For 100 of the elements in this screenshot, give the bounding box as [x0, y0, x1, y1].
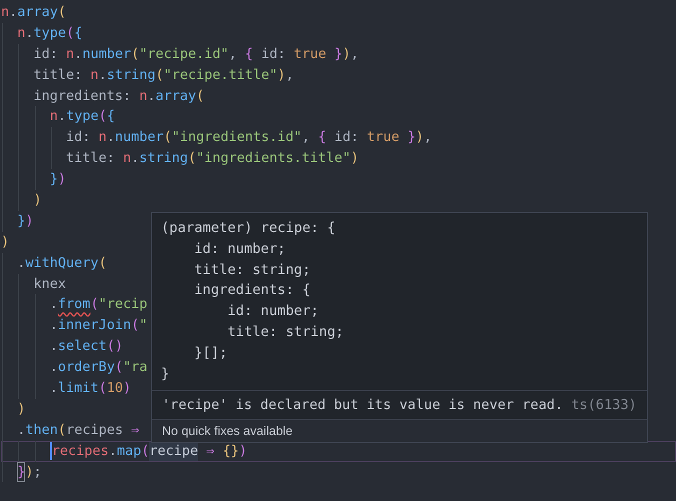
code-token: {} — [222, 442, 239, 461]
code-token: "recipe.title" — [164, 66, 278, 85]
code-token: "recip — [98, 295, 148, 314]
type-signature-line: } — [161, 364, 170, 384]
code-token: , — [350, 44, 359, 64]
code-token: . — [25, 24, 34, 43]
code-token: () — [106, 337, 123, 356]
code-token: ( — [114, 358, 123, 378]
code-token: ) — [17, 400, 26, 419]
code-token: . — [131, 149, 140, 168]
type-signature-line: ingredients: { — [193, 281, 312, 300]
code-token: 10 — [106, 379, 123, 398]
code-token: . — [50, 295, 58, 314]
code-token: n — [17, 24, 26, 43]
code-token: { — [74, 24, 82, 43]
code-token: ( — [98, 107, 107, 126]
code-token: id: — [261, 44, 287, 64]
error-code: ts(6133) — [571, 396, 637, 416]
type-signature-line: id: number; — [193, 240, 287, 259]
code-token: . — [98, 66, 107, 85]
code-token: . — [50, 358, 58, 378]
code-token: ( — [188, 149, 196, 168]
code-token: type — [66, 107, 99, 126]
diagnostic-message: 'recipe' is declared but its value is never read. — [162, 396, 564, 416]
code-token: knex — [34, 274, 66, 294]
code-token: n — [139, 86, 148, 106]
code-token: ( — [58, 420, 66, 440]
code-token: { — [318, 128, 326, 148]
code-token: "ra — [122, 358, 148, 378]
code-token: . — [58, 107, 66, 126]
code-token: ( — [131, 44, 140, 64]
code-token: ) — [416, 128, 424, 148]
code-token: ( — [196, 86, 204, 106]
code-token: ( — [164, 128, 172, 148]
type-signature-line: id: number; — [226, 302, 320, 322]
code-token: withQuery — [25, 254, 99, 273]
code-token: ( — [98, 254, 107, 273]
code-token: ( — [98, 379, 107, 398]
code-token: n — [66, 44, 74, 64]
code-token: . — [108, 442, 117, 461]
code-token: n — [122, 149, 132, 168]
code-token: ( — [58, 3, 66, 22]
code-token: orderBy — [58, 358, 115, 378]
code-token: id: — [66, 128, 92, 148]
code-token: limit — [58, 379, 99, 398]
code-token: . — [17, 254, 26, 273]
code-token: n — [98, 128, 107, 148]
code-token: recipes — [66, 420, 124, 440]
code-token: id: — [334, 128, 360, 148]
quick-fix-text: No quick fixes available — [162, 424, 293, 438]
code-token: ) — [350, 149, 359, 168]
code-token: n — [90, 66, 99, 85]
code-token: ) — [342, 44, 351, 64]
code-token: . — [106, 128, 115, 148]
code-token: ) — [58, 170, 66, 190]
code-token: recipes — [52, 442, 109, 461]
code-token: ) — [122, 379, 132, 398]
code-token: "ingredients.title" — [196, 149, 351, 168]
code-token: from — [58, 295, 90, 314]
type-signature-line: title: string; — [226, 322, 345, 342]
code-token: ( — [90, 295, 99, 314]
code-token: "ingredients.id" — [172, 128, 302, 148]
type-signature-line: (parameter) recipe: { — [161, 219, 336, 238]
code-token: true — [366, 128, 400, 148]
type-signature-line: title: string; — [193, 260, 312, 280]
code-token: title: — [66, 149, 116, 168]
code-token: ) — [25, 462, 34, 482]
code-token: ( — [155, 66, 164, 85]
code-token: type — [34, 24, 66, 43]
code-token: ) — [238, 442, 247, 461]
code-token: } — [50, 170, 58, 190]
code-token: innerJoin — [58, 316, 132, 336]
code-token: then — [25, 420, 58, 440]
code-token: array — [17, 3, 58, 22]
code-token: . — [9, 3, 18, 22]
code-token: ingredients: — [34, 86, 132, 106]
code-token: ( — [131, 316, 140, 336]
code-token: array — [155, 86, 196, 106]
type-signature-line: }[]; — [193, 344, 228, 363]
code-token: n — [1, 3, 10, 22]
code-token: . — [74, 44, 82, 64]
code-token: string — [139, 149, 188, 168]
code-token: title: — [34, 66, 84, 85]
code-token: string — [106, 66, 156, 85]
code-token: "recipe.id" — [139, 44, 229, 64]
code-token: ) — [277, 66, 286, 85]
code-token: . — [17, 420, 26, 440]
code-token: ) — [25, 212, 34, 231]
code-token: } — [334, 44, 342, 64]
code-token: , — [302, 128, 311, 148]
code-token: ( — [66, 24, 74, 43]
code-token: } — [17, 462, 26, 482]
code-token: ⇒ — [131, 420, 140, 440]
code-token: select — [58, 337, 107, 356]
code-token: n — [50, 107, 58, 126]
code-token: . — [50, 379, 58, 398]
code-token: { — [244, 44, 254, 64]
code-token: ) — [1, 232, 10, 252]
code-token: , — [228, 44, 238, 64]
code-token: } — [17, 212, 26, 231]
